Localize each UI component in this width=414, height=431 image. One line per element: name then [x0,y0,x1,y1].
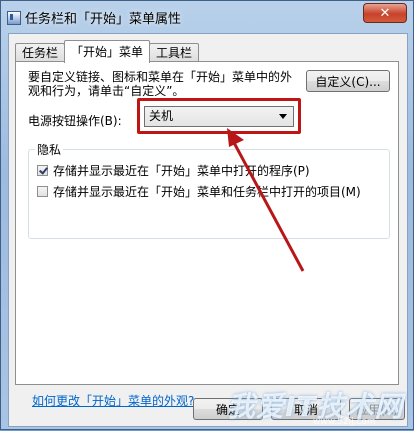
privacy-group-title: 隐私 [35,141,64,158]
recent-programs-label: 存储并显示最近在「开始」菜单中打开的程序(P) [53,164,310,178]
tab-strip: 任务栏 「开始」菜单 工具栏 [15,40,200,63]
tab-toolbars[interactable]: 工具栏 [149,43,200,63]
watermark-url: www.52ij.com [313,417,376,427]
close-button[interactable]: ✕ [363,3,407,23]
dialog-window: 任务栏和「开始」菜单属性 ✕ 任务栏 「开始」菜单 工具栏 要自定义链接、图标和… [0,0,414,430]
help-link[interactable]: 如何更改「开始」菜单的外观? [32,392,194,409]
recent-items-label: 存储并显示最近在「开始」菜单和任务栏中打开的项目(M) [53,185,361,199]
recent-items-checkbox[interactable] [37,186,48,197]
customize-button[interactable]: 自定义(C)... [306,70,390,92]
title-bar[interactable]: 任务栏和「开始」菜单属性 ✕ [1,1,413,33]
privacy-group: 隐私 存储并显示最近在「开始」菜单中打开的程序(P) 存储并显示最近在「开始」菜… [28,141,390,239]
recent-programs-checkbox[interactable] [37,165,48,176]
start-menu-panel: 要自定义链接、图标和菜单在「开始」菜单中的外观和行为，请单击“自定义”。 自定义… [15,61,399,408]
window-title: 任务栏和「开始」菜单属性 [25,12,182,27]
power-button-label: 电源按钮操作(B): [28,114,122,128]
tab-start-menu[interactable]: 「开始」菜单 [64,40,151,63]
tab-taskbar[interactable]: 任务栏 [15,43,66,63]
recent-items-option[interactable]: 存储并显示最近在「开始」菜单和任务栏中打开的项目(M) [37,183,361,200]
annotation-highlight-box [137,98,301,134]
taskbar-properties-icon [7,11,21,25]
customize-description: 要自定义链接、图标和菜单在「开始」菜单中的外观和行为，请单击“自定义”。 [28,70,293,98]
recent-programs-option[interactable]: 存储并显示最近在「开始」菜单中打开的程序(P) [37,162,310,179]
dialog-client-area: 任务栏 「开始」菜单 工具栏 要自定义链接、图标和菜单在「开始」菜单中的外观和行… [8,33,408,427]
